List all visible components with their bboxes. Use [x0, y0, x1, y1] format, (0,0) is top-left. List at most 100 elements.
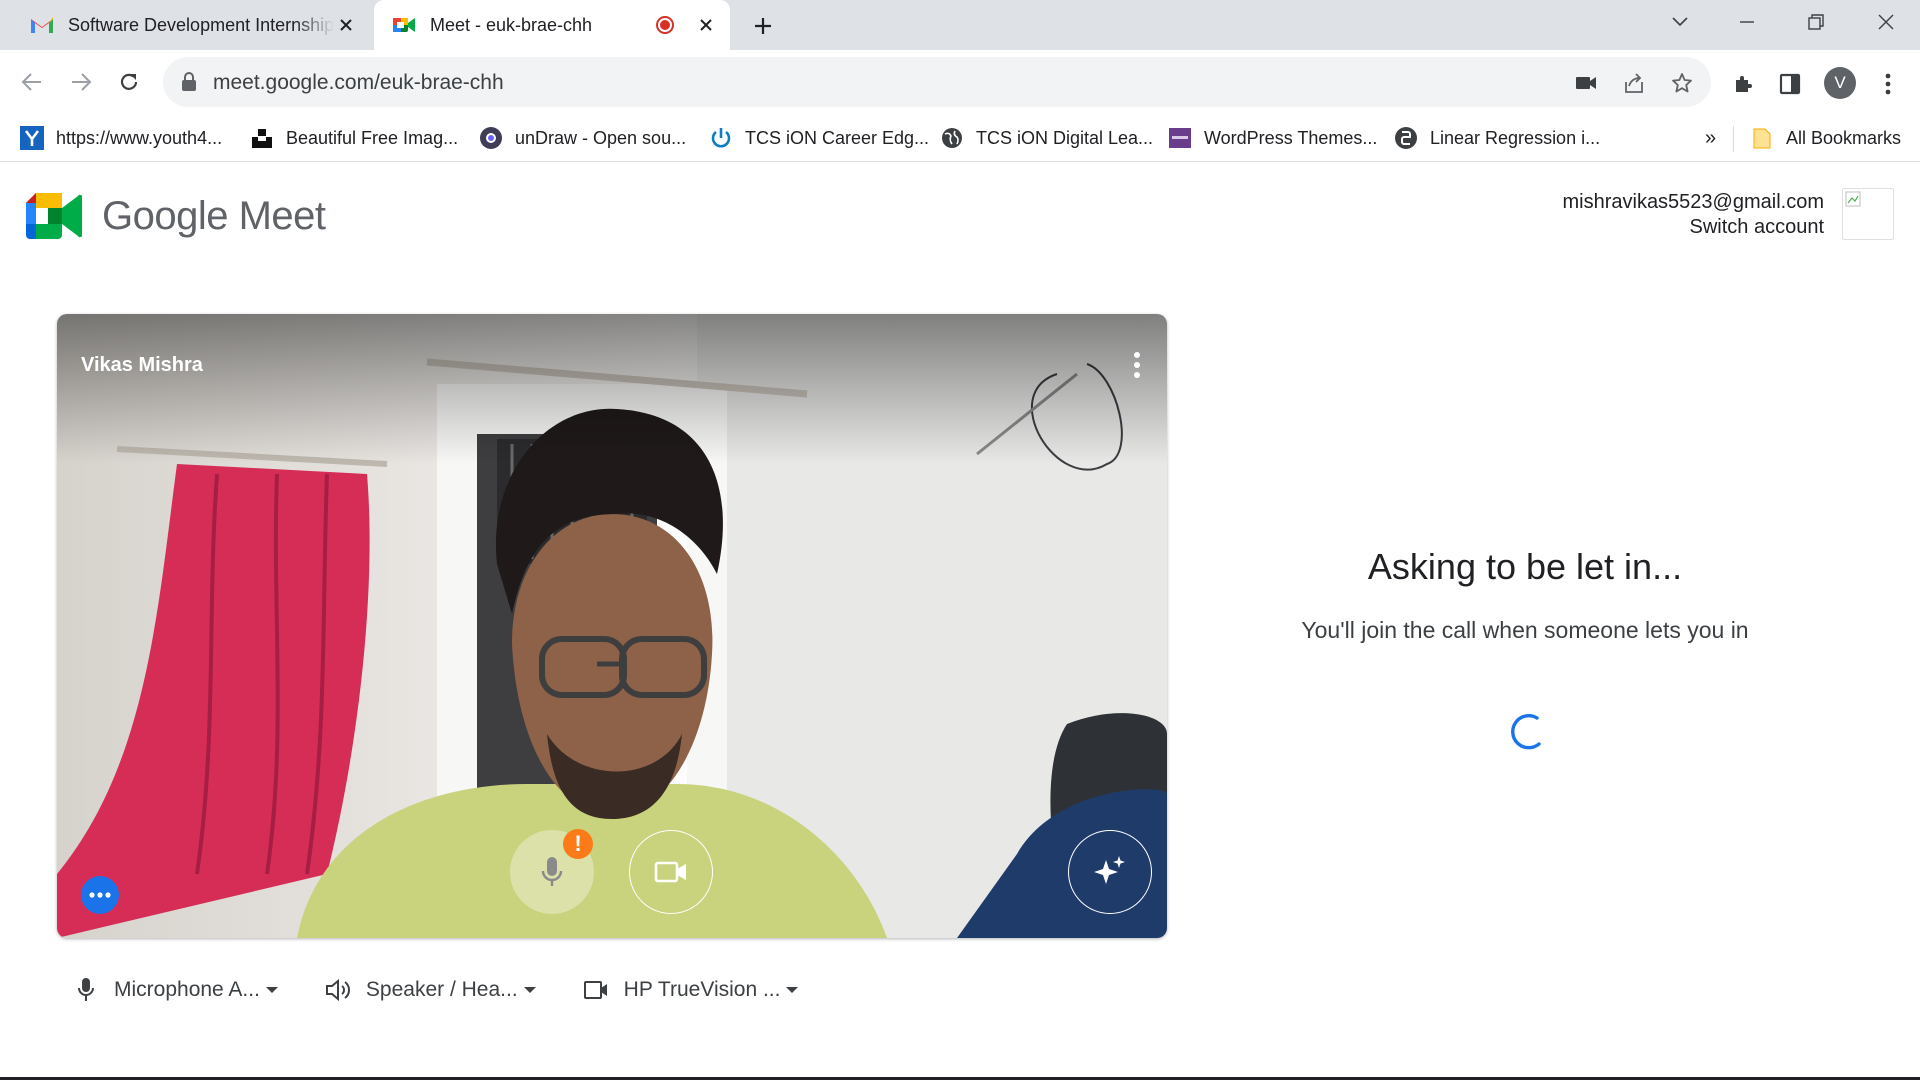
apply-effects-options-button[interactable]	[81, 876, 119, 914]
url-text: meet.google.com/euk-brae-chh	[213, 71, 504, 94]
bookmark-label: Beautiful Free Imag...	[286, 127, 459, 148]
bookmark-label: https://www.youth4...	[56, 127, 223, 148]
camera-select[interactable]: HP TrueVision ...	[582, 976, 799, 1004]
chevron-down-icon	[1672, 17, 1688, 27]
arrow-left-icon	[21, 73, 41, 91]
self-video-preview: Vikas Mishra !	[57, 314, 1167, 938]
caret-down-icon	[786, 987, 799, 993]
caret-down-icon	[523, 987, 536, 993]
video-camera-icon	[582, 976, 610, 1004]
tab-title: Meet - euk-brae-chh	[430, 14, 593, 35]
caret-down-icon	[265, 987, 278, 993]
restore-icon	[1808, 14, 1824, 30]
bookmark-label: unDraw - Open sou...	[515, 127, 687, 148]
back-button[interactable]	[14, 64, 50, 100]
speaker-icon	[324, 976, 352, 1004]
tab-meet[interactable]: Meet - euk-brae-chh	[374, 0, 730, 50]
camera-in-use-icon[interactable]	[1573, 70, 1599, 96]
undraw-icon	[479, 126, 503, 150]
address-bar[interactable]: meet.google.com/euk-brae-chh	[163, 57, 1711, 107]
google-meet-icon	[26, 193, 82, 239]
microphone-icon	[72, 976, 100, 1004]
recording-indicator-icon	[656, 16, 674, 34]
brand-wordmark: Google Meet	[102, 193, 326, 238]
globe-icon	[940, 126, 964, 150]
bookmark-item[interactable]: WordPress Themes...	[1168, 124, 1377, 152]
minimize-button[interactable]	[1725, 6, 1769, 38]
bookmark-label: TCS iON Digital Lea...	[976, 127, 1154, 148]
reload-button[interactable]	[111, 64, 147, 100]
new-tab-button[interactable]	[748, 11, 778, 41]
minimize-icon	[1740, 21, 1754, 23]
bookmarks-overflow-button[interactable]: »	[1705, 124, 1716, 152]
bookmark-item[interactable]: unDraw - Open sou...	[479, 124, 686, 152]
share-icon[interactable]	[1621, 70, 1647, 96]
colorlib-icon	[1168, 126, 1192, 150]
close-icon	[1878, 14, 1894, 30]
tab-title: Software Development Internship	[68, 14, 334, 35]
video-camera-icon	[654, 861, 686, 883]
unsplash-icon	[250, 126, 274, 150]
switch-account-link[interactable]: Switch account	[1562, 215, 1824, 240]
restore-button[interactable]	[1794, 6, 1838, 38]
bookmark-item[interactable]: Beautiful Free Imag...	[250, 124, 458, 152]
bookmarks-divider	[1733, 126, 1734, 152]
sparkle-effects-icon	[1094, 856, 1125, 884]
microphone-select[interactable]: Microphone A...	[72, 976, 278, 1004]
extensions-icon[interactable]	[1728, 68, 1760, 100]
account-avatar[interactable]	[1842, 188, 1894, 240]
side-panel-icon[interactable]	[1774, 68, 1806, 100]
speaker-select-label: Speaker / Hea...	[365, 978, 518, 1001]
profile-avatar[interactable]: V	[1824, 67, 1856, 99]
account-info: mishravikas5523@gmail.com Switch account	[1562, 190, 1824, 240]
reload-icon	[120, 73, 138, 90]
tab-strip: Software Development Internship Meet - e…	[0, 0, 1920, 50]
camera-toggle-button[interactable]	[629, 830, 713, 914]
bookmarks-bar: https://www.youth4... Beautiful Free Ima…	[0, 114, 1920, 162]
bookmark-label: Linear Regression i...	[1430, 127, 1601, 148]
bookmark-item[interactable]: https://www.youth4...	[20, 124, 222, 152]
bookmark-label: WordPress Themes...	[1204, 127, 1378, 148]
broken-image-icon	[1845, 191, 1861, 207]
tcs-power-icon	[709, 126, 733, 150]
browser-toolbar: meet.google.com/euk-brae-chh	[0, 50, 1920, 114]
python-icon	[1394, 126, 1418, 150]
status-heading: Asking to be let in...	[1367, 546, 1683, 587]
bookmark-star-icon[interactable]	[1669, 70, 1695, 96]
google-meet-logo[interactable]: Google Meet	[26, 193, 326, 239]
device-selectors: Microphone A... Speaker / Hea... HP True…	[72, 972, 844, 1008]
lock-icon	[182, 72, 196, 91]
more-horizontal-icon	[89, 892, 111, 898]
bookmark-item[interactable]: TCS iON Career Edg...	[709, 124, 929, 152]
all-bookmarks-button[interactable]: All Bookmarks	[1750, 124, 1901, 152]
forward-button[interactable]	[63, 64, 99, 100]
bookmark-item[interactable]: Linear Regression i...	[1394, 124, 1600, 152]
tab-gmail[interactable]: Software Development Internship	[12, 0, 370, 50]
join-status-panel: Asking to be let in... You'll join the c…	[1290, 546, 1760, 648]
tab-search-button[interactable]	[1658, 6, 1702, 38]
microphone-warning-badge[interactable]: !	[563, 829, 593, 859]
all-bookmarks-label: All Bookmarks	[1786, 127, 1902, 148]
youth4-icon	[20, 126, 44, 150]
folder-icon	[1750, 126, 1774, 150]
microphone-select-label: Microphone A...	[114, 978, 260, 1001]
gmail-icon	[31, 17, 53, 33]
video-top-gradient	[57, 314, 1167, 464]
close-window-button[interactable]	[1864, 6, 1908, 38]
loading-spinner-icon	[1511, 714, 1541, 750]
speaker-select[interactable]: Speaker / Hea...	[324, 976, 536, 1004]
status-subtext: You'll join the call when someone lets y…	[1301, 617, 1749, 643]
camera-select-label: HP TrueVision ...	[623, 978, 781, 1001]
visual-effects-button[interactable]	[1068, 830, 1152, 914]
account-email: mishravikas5523@gmail.com	[1562, 191, 1824, 213]
more-options-icon[interactable]	[1133, 351, 1141, 379]
arrow-right-icon	[72, 73, 92, 91]
google-meet-icon	[393, 18, 415, 32]
bookmark-label: TCS iON Career Edg...	[745, 127, 930, 148]
browser-menu-icon[interactable]	[1872, 68, 1904, 100]
bookmark-item[interactable]: TCS iON Digital Lea...	[940, 124, 1153, 152]
participant-name: Vikas Mishra	[81, 354, 203, 376]
close-tab-icon[interactable]	[334, 13, 358, 37]
close-tab-icon[interactable]	[694, 13, 718, 37]
plus-icon	[755, 18, 771, 34]
